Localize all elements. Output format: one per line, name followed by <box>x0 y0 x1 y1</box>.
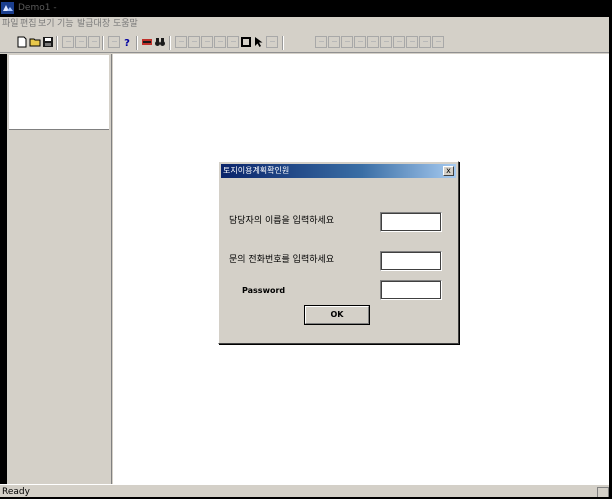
ok-button[interactable]: OK <box>304 305 370 325</box>
phone-label: 문의 전화번호를 입력하세요 <box>229 255 335 265</box>
print-icon[interactable] <box>108 36 120 48</box>
menu-file[interactable]: 파일 <box>2 19 19 30</box>
link-icon[interactable] <box>141 36 153 48</box>
menu-function[interactable]: 기능 <box>57 19 74 30</box>
copy-icon[interactable] <box>75 36 87 48</box>
zoom-in-icon[interactable] <box>188 36 200 48</box>
menu-help[interactable]: 도움말 <box>113 19 138 30</box>
dialog-title-bar[interactable]: 토지이용계획확인원 x <box>221 164 456 178</box>
status-text: Ready <box>2 487 30 497</box>
title-bar[interactable]: Demo1 - <box>0 0 609 17</box>
draw-tool-icon[interactable] <box>175 36 187 48</box>
status-bar: Ready <box>0 484 609 497</box>
toolbar: ? <box>0 33 609 53</box>
shape-tool-icon[interactable] <box>315 36 327 48</box>
menu-bar: 파일 편집 보기 기능 발급대장 도움말 <box>0 17 609 33</box>
password-label: Password <box>242 286 286 295</box>
pointer-arrow-icon[interactable] <box>253 36 265 48</box>
shape-tool-icon[interactable] <box>367 36 379 48</box>
name-field[interactable] <box>380 212 442 232</box>
sidebar-panel <box>7 54 112 484</box>
shape-tool-icon[interactable] <box>380 36 392 48</box>
help-icon[interactable]: ? <box>121 36 133 48</box>
toolbar-separator <box>56 36 58 50</box>
cut-icon[interactable] <box>62 36 74 48</box>
tree-view-pane[interactable] <box>9 55 109 130</box>
undo-icon[interactable] <box>266 36 278 48</box>
toolbar-separator <box>169 36 171 50</box>
window-title: Demo1 - <box>18 3 57 13</box>
menu-view[interactable]: 보기 <box>38 19 55 30</box>
status-panel <box>597 487 609 497</box>
shape-tool-icon[interactable] <box>393 36 405 48</box>
menu-issue-ledger[interactable]: 발급대장 <box>77 19 110 30</box>
main-window: Demo1 - 파일 편집 보기 기능 발급대장 도움말 ? Ready 토지이… <box>0 0 612 499</box>
new-file-icon[interactable] <box>16 36 28 48</box>
open-folder-icon[interactable] <box>29 36 41 48</box>
name-label: 담당자의 이름을 입력하세요 <box>229 216 335 226</box>
paste-icon[interactable] <box>88 36 100 48</box>
binoculars-icon[interactable] <box>154 36 166 48</box>
dialog-title: 토지이용계획확인원 <box>223 166 290 175</box>
app-icon <box>1 2 14 14</box>
line-tool-icon[interactable] <box>201 36 213 48</box>
zoom-out-icon[interactable] <box>214 36 226 48</box>
ok-button-label: OK <box>330 310 344 319</box>
close-icon[interactable]: x <box>443 166 454 176</box>
toolbar-separator <box>282 36 284 50</box>
user-info-dialog: 토지이용계획확인원 x 담당자의 이름을 입력하세요 문의 전화번호를 입력하세… <box>218 161 459 344</box>
toolbar-separator <box>136 36 138 50</box>
phone-field[interactable] <box>380 251 442 271</box>
window-frame-edge <box>0 54 7 484</box>
menu-edit[interactable]: 편집 <box>20 19 37 30</box>
rectangle-tool-icon[interactable] <box>240 36 252 48</box>
shape-tool-icon[interactable] <box>354 36 366 48</box>
toolbar-separator <box>102 36 104 50</box>
shape-tool-icon[interactable] <box>419 36 431 48</box>
shape-tool-icon[interactable] <box>341 36 353 48</box>
save-disk-icon[interactable] <box>42 36 54 48</box>
pen-tool-icon[interactable] <box>227 36 239 48</box>
shape-tool-icon[interactable] <box>432 36 444 48</box>
svg-text:?: ? <box>124 38 130 48</box>
shape-tool-icon[interactable] <box>328 36 340 48</box>
shape-tool-icon[interactable] <box>406 36 418 48</box>
password-field[interactable] <box>380 280 442 300</box>
